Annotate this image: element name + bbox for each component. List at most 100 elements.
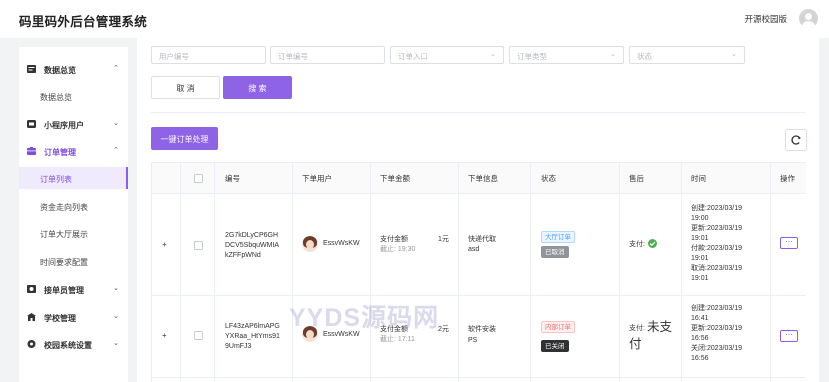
- order-type-select[interactable]: 订单类型 ⌄: [509, 46, 624, 64]
- menu-group-campus-settings[interactable]: 校园系统设置 ⌄: [19, 331, 128, 358]
- menu-group-label: 小程序用户: [44, 121, 84, 130]
- row-checkbox[interactable]: [194, 331, 203, 340]
- menu-item-label: 订单大厅展示: [40, 230, 88, 239]
- info-title: 软件安装: [468, 326, 496, 333]
- expand-row-icon[interactable]: +: [162, 240, 167, 249]
- expand-row-icon[interactable]: +: [162, 331, 167, 340]
- order-table: 编号 下单用户 下单金额 下单信息 状态 售后 时间 操作 + 2G7kDLyC…: [151, 162, 806, 382]
- order-id: 2G7kDLyCP6GH DCV5SbquWMIA kZFFpWNd: [225, 232, 280, 259]
- column-header-amount: 下单金额: [380, 174, 410, 183]
- order-id: LF43zAP6lmAPG YXRaa_HtYms91 9UmFJ3: [225, 323, 280, 350]
- menu-group-label: 校园系统设置: [44, 341, 92, 350]
- chevron-down-icon: ⌄: [113, 313, 119, 320]
- table-header: 编号 下单用户 下单金额 下单信息 状态 售后 时间 操作: [152, 163, 806, 194]
- school-icon: [27, 313, 36, 321]
- user-avatar[interactable]: [799, 9, 818, 28]
- table-row: + 2G7kDLyCP6GH DCV5SbquWMIA kZFFpWNd Ess…: [152, 194, 806, 296]
- cancel-button[interactable]: 取 消: [151, 76, 220, 99]
- search-button[interactable]: 搜 索: [223, 76, 292, 99]
- deadline: 截止: 17:11: [380, 336, 415, 343]
- status-select[interactable]: 状态 ⌄: [629, 46, 745, 64]
- chevron-up-icon: ⌃: [113, 147, 119, 154]
- menu-item-order-hall[interactable]: 订单大厅展示: [19, 222, 128, 244]
- column-header-user: 下单用户: [302, 174, 332, 183]
- user-avatar: [302, 236, 318, 252]
- menu-group-courier[interactable]: 接单员管理 ⌄: [19, 276, 128, 303]
- menu-group-orders[interactable]: 订单管理 ⌃: [19, 138, 128, 165]
- status-badge: 已关闭: [541, 340, 569, 352]
- row-checkbox[interactable]: [194, 241, 203, 250]
- menu-item-label: 时间要求配置: [40, 258, 88, 267]
- chevron-down-icon: ⌄: [113, 120, 119, 127]
- menu-group-label: 学校管理: [44, 314, 76, 323]
- time-details: 创建:2023/03/19 19:00 更新:2023/03/19 19:01 …: [691, 205, 742, 282]
- menu-item-fund-flow[interactable]: 资金走向列表: [19, 195, 128, 217]
- info-sub: asd: [468, 246, 480, 253]
- chevron-up-icon: ⌃: [113, 65, 119, 72]
- column-header-time: 时间: [691, 174, 706, 183]
- chevron-down-icon: ⌄: [731, 51, 737, 58]
- amount-label: 支付金额: [380, 236, 408, 243]
- info-sub: PS: [468, 337, 478, 344]
- menu-item-time-config[interactable]: 时间要求配置: [19, 250, 128, 272]
- select-placeholder: 订单类型: [517, 52, 547, 61]
- batch-process-button[interactable]: 一键订单处理: [151, 127, 218, 150]
- divider: [151, 112, 805, 113]
- refresh-icon: [791, 135, 801, 145]
- amount-value: 2元: [438, 326, 449, 333]
- status-badge: 内部订单: [541, 321, 575, 333]
- status-badge: 已取消: [541, 246, 569, 258]
- more-actions-button[interactable]: ···: [780, 330, 798, 342]
- menu-item-dashboard-overview[interactable]: 数据总览: [19, 85, 128, 107]
- order-entry-select[interactable]: 订单入口 ⌄: [390, 46, 504, 64]
- sidebar: 数据总览 ⌃ 数据总览 小程序用户 ⌄ 订单管理 ⌃ 订单列表 资金走向列表 订…: [19, 47, 128, 382]
- select-all-checkbox[interactable]: [194, 174, 203, 183]
- menu-item-label: 数据总览: [40, 93, 72, 102]
- menu-item-label: 订单列表: [40, 175, 72, 184]
- top-header: 码里码外后台管理系统 开源校园版: [0, 0, 829, 38]
- menu-group-label: 订单管理: [44, 148, 76, 157]
- status-badge: 大厅订单: [541, 231, 575, 243]
- column-header-status: 状态: [541, 174, 556, 183]
- table-row: + LF43zAP6lmAPG YXRaa_HtYms91 9UmFJ3 Ess…: [152, 296, 806, 378]
- column-header-info: 下单信息: [468, 174, 498, 183]
- main-content: 用户编号 订单编号 订单入口 ⌄ 订单类型 ⌄ 状态 ⌄ 取 消 搜 索 一键订…: [137, 38, 819, 382]
- avatar-face-shape: [306, 240, 314, 249]
- chevron-down-icon: ⌄: [113, 285, 119, 292]
- column-header-id: 编号: [225, 174, 240, 183]
- courier-icon: [27, 285, 36, 293]
- deadline: 截止: 19:30: [380, 246, 416, 253]
- user-no-input[interactable]: 用户编号: [151, 46, 266, 64]
- after-sale-label: 支付:: [629, 241, 645, 248]
- menu-group-miniapp-users[interactable]: 小程序用户 ⌄: [19, 111, 128, 138]
- avatar-body-shape: [802, 21, 815, 28]
- paid-check-icon: [648, 239, 657, 248]
- chevron-down-icon: ⌄: [490, 51, 496, 58]
- menu-item-label: 资金走向列表: [40, 203, 88, 212]
- time-details: 创建:2023/03/19 16:41 更新:2023/03/19 16:56 …: [691, 305, 742, 362]
- app-title: 码里码外后台管理系统: [19, 15, 148, 29]
- input-placeholder: 用户编号: [159, 52, 189, 61]
- column-header-after-sale: 售后: [629, 174, 644, 183]
- menu-group-school[interactable]: 学校管理 ⌄: [19, 304, 128, 331]
- menu-group-label: 数据总览: [44, 66, 76, 75]
- refresh-button[interactable]: [785, 129, 807, 151]
- amount-value: 1元: [438, 236, 449, 243]
- column-header-actions: 操作: [780, 174, 795, 183]
- dashboard-icon: [27, 65, 36, 73]
- select-placeholder: 状态: [637, 52, 652, 61]
- users-icon: [27, 120, 36, 128]
- watermark-text: YYDS源码网: [289, 304, 440, 332]
- version-link[interactable]: 开源校园版: [744, 13, 787, 25]
- chevron-down-icon: ⌄: [610, 51, 616, 58]
- select-placeholder: 订单入口: [398, 52, 428, 61]
- menu-group-dashboard[interactable]: 数据总览 ⌃: [19, 56, 128, 83]
- order-user: EssvWsKW: [323, 240, 360, 247]
- input-placeholder: 订单编号: [278, 52, 308, 61]
- orders-icon: [27, 147, 36, 155]
- order-no-input[interactable]: 订单编号: [270, 46, 385, 64]
- menu-item-order-list[interactable]: 订单列表: [19, 167, 128, 189]
- more-actions-button[interactable]: ···: [780, 237, 798, 249]
- chevron-down-icon: ⌄: [113, 340, 119, 347]
- menu-group-label: 接单员管理: [44, 286, 84, 295]
